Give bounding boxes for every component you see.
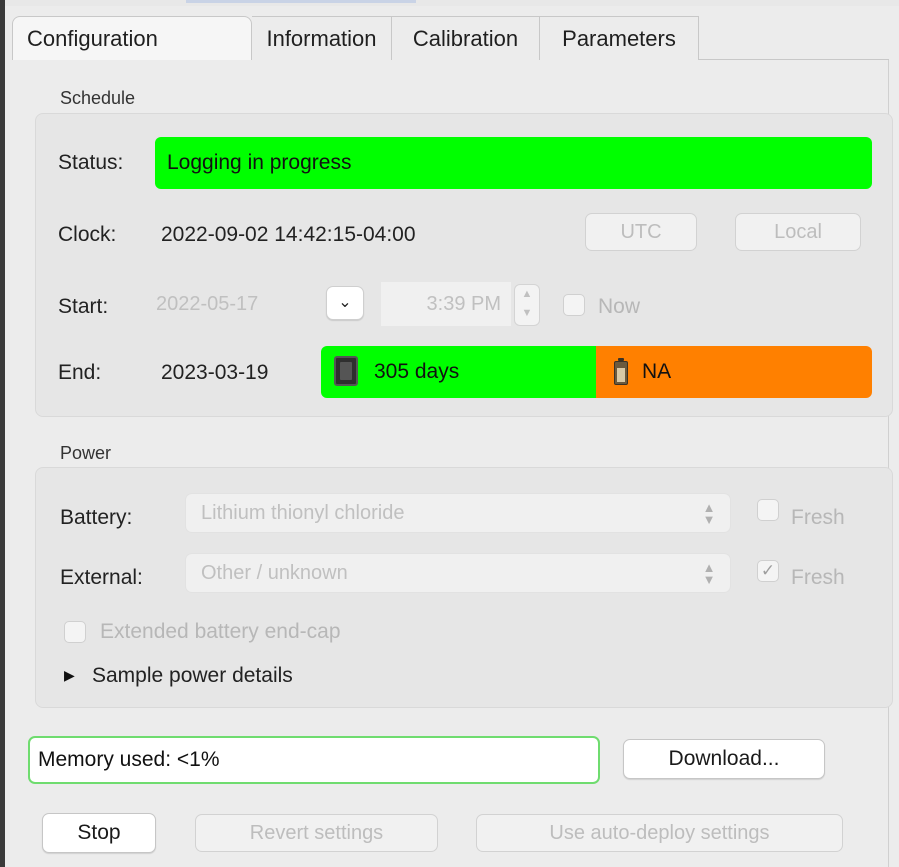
- battery-fresh-checkbox[interactable]: [757, 499, 779, 521]
- window-top-strip: [0, 0, 899, 6]
- download-button[interactable]: Download...: [623, 739, 825, 779]
- local-button[interactable]: Local: [735, 213, 861, 251]
- end-label: End:: [58, 361, 102, 384]
- stepper-arrows-icon: ▲ ▼: [521, 288, 533, 319]
- sample-power-details-toggle[interactable]: Sample power details: [92, 664, 293, 688]
- chevron-updown-icon: ▲ ▼: [702, 560, 716, 587]
- external-select[interactable]: Other / unknown: [185, 553, 731, 593]
- stop-button[interactable]: Stop: [42, 813, 156, 853]
- start-date-dropdown[interactable]: ⌄: [326, 286, 364, 320]
- battery-duration-bar: [596, 346, 872, 398]
- tab-configuration[interactable]: Configuration: [12, 16, 252, 60]
- status-label: Status:: [58, 151, 124, 174]
- tab-parameters[interactable]: Parameters: [540, 16, 699, 60]
- start-time-stepper[interactable]: ▲ ▼: [514, 284, 540, 326]
- use-auto-deploy-button[interactable]: Use auto-deploy settings: [476, 814, 843, 852]
- memory-used-field: Memory used: <1%: [28, 736, 600, 784]
- now-checkbox[interactable]: [563, 294, 585, 316]
- revert-settings-button[interactable]: Revert settings: [195, 814, 438, 852]
- battery-label: Battery:: [60, 506, 133, 529]
- start-time-field[interactable]: 3:39 PM: [381, 282, 511, 326]
- tab-calibration[interactable]: Calibration: [392, 16, 540, 60]
- power-section-label: Power: [60, 443, 112, 463]
- checkmark-icon: ✓: [760, 561, 776, 580]
- extended-endcap-checkbox[interactable]: [64, 621, 86, 643]
- memory-card-icon: [334, 356, 358, 386]
- start-date-field[interactable]: 2022-05-17: [156, 282, 322, 326]
- chevron-updown-icon: ▲ ▼: [702, 500, 716, 527]
- utc-button[interactable]: UTC: [585, 213, 697, 251]
- memory-duration-value: 305 days: [374, 360, 460, 383]
- now-label: Now: [598, 295, 641, 318]
- tab-information[interactable]: Information: [252, 16, 392, 60]
- status-indicator: Logging in progress: [155, 137, 872, 189]
- external-fresh-checkbox[interactable]: ✓: [757, 560, 779, 582]
- schedule-section-label: Schedule: [60, 88, 136, 108]
- disclosure-triangle-icon[interactable]: ▶: [64, 667, 75, 684]
- external-select-value: Other / unknown: [201, 562, 348, 584]
- external-fresh-label: Fresh: [791, 566, 845, 589]
- battery-icon: [614, 358, 628, 385]
- clock-label: Clock:: [58, 223, 117, 246]
- battery-select[interactable]: Lithium thionyl chloride: [185, 493, 731, 533]
- window-top-accent: [186, 0, 416, 3]
- window-left-border: [0, 0, 5, 867]
- external-label: External:: [60, 566, 143, 589]
- extended-endcap-label: Extended battery end-cap: [100, 620, 341, 643]
- battery-fresh-label: Fresh: [791, 506, 845, 529]
- battery-select-value: Lithium thionyl chloride: [201, 502, 405, 524]
- chevron-down-icon: ⌄: [338, 294, 352, 311]
- battery-duration-value: NA: [642, 360, 672, 383]
- end-date-value: 2023-03-19: [161, 361, 269, 384]
- clock-value: 2022-09-02 14:42:15-04:00: [161, 223, 416, 246]
- start-label: Start:: [58, 295, 109, 318]
